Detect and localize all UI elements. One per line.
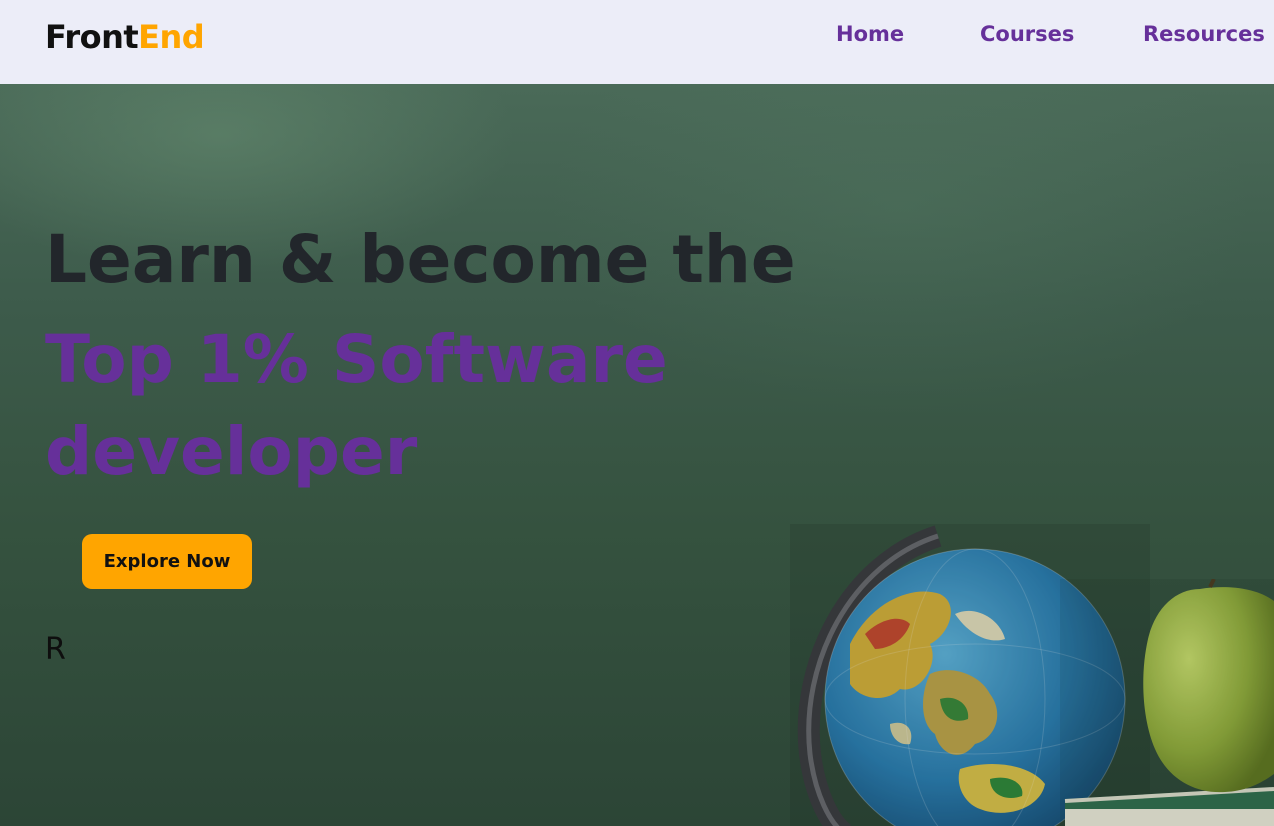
- hero-section: Learn & become the Top 1% Software devel…: [0, 84, 1274, 826]
- apple-image: [1060, 579, 1274, 826]
- hero-headline: Learn & become the: [45, 221, 796, 298]
- brand-logo[interactable]: FrontEnd: [45, 17, 205, 57]
- brand-logo-part2: End: [138, 18, 205, 56]
- hero-subheadline: Top 1% Software developer: [45, 321, 668, 490]
- brand-logo-part1: Front: [45, 18, 139, 56]
- nav-link-resources[interactable]: Resources: [1143, 20, 1265, 48]
- typed-text: R: [45, 632, 66, 667]
- explore-now-button[interactable]: Explore Now: [82, 534, 252, 589]
- navbar: FrontEnd Home Courses Resources: [0, 0, 1274, 84]
- nav-link-courses[interactable]: Courses: [980, 20, 1074, 48]
- nav-link-home[interactable]: Home: [836, 20, 904, 48]
